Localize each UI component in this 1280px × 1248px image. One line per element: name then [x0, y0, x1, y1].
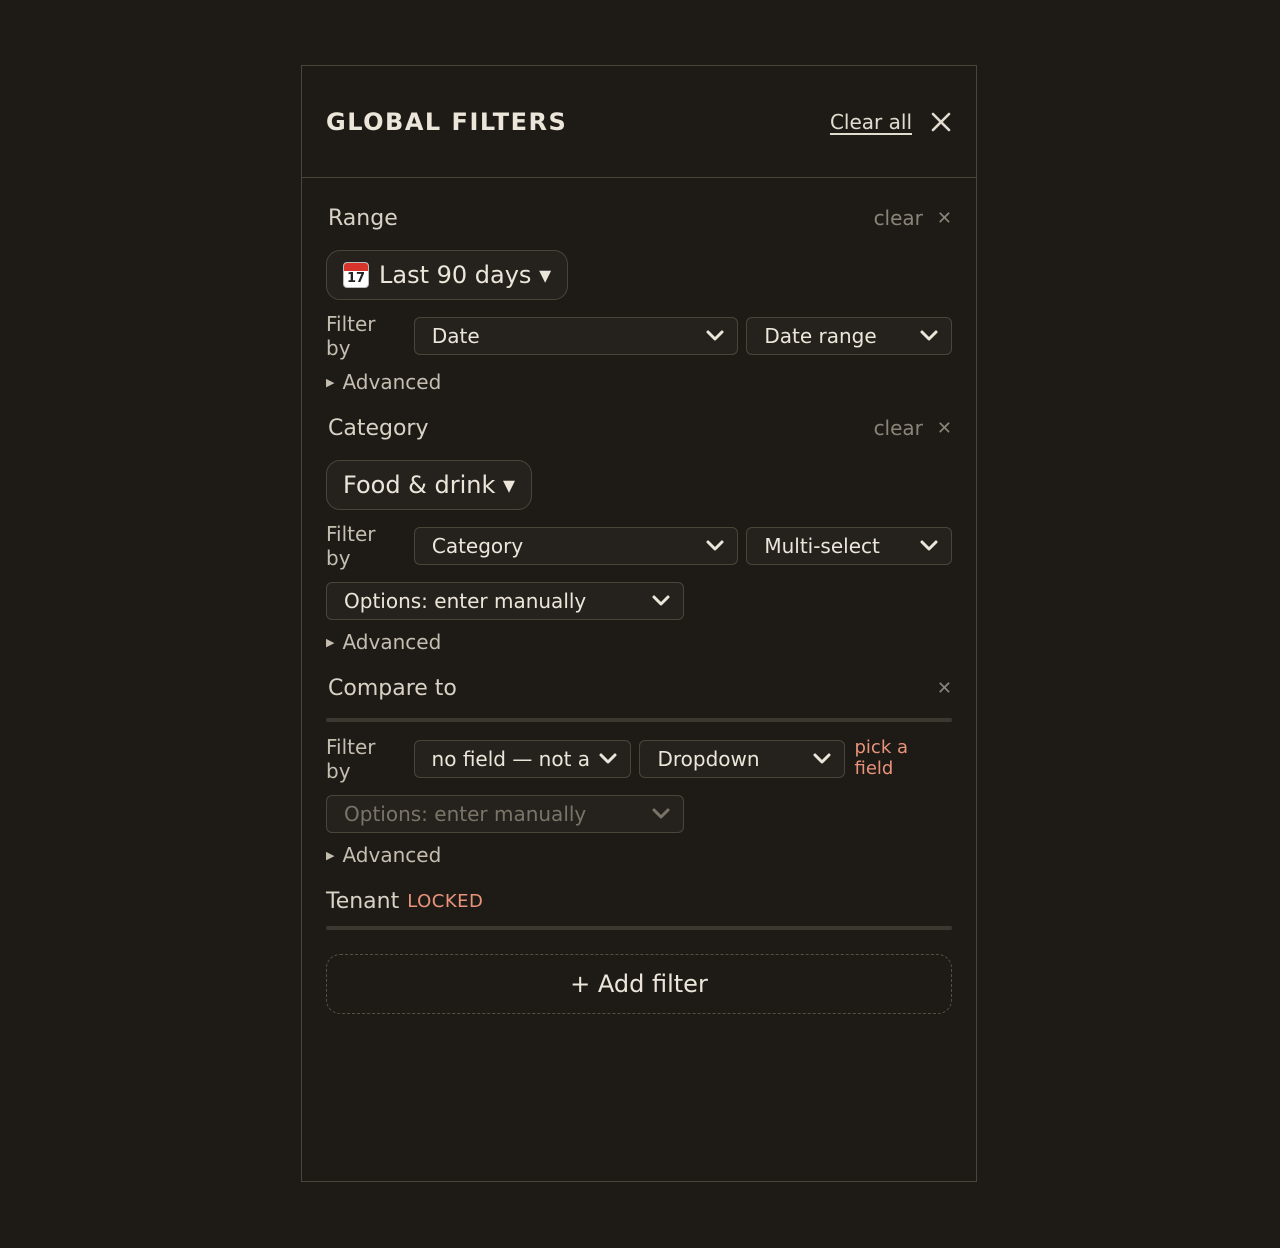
calendar-day: 17	[346, 271, 366, 286]
field-select[interactable]: no field — not a	[413, 740, 632, 778]
panel-header: GLOBAL FILTERS Clear all	[302, 66, 976, 178]
field-select-value: Category	[431, 534, 524, 558]
filter-by-label: Filter by	[326, 312, 376, 360]
add-filter-button[interactable]: + Add filter	[326, 954, 952, 1014]
divider	[326, 926, 952, 930]
filter-label: Category	[328, 415, 429, 441]
filter-group-category: Category clear ✕ Food & drink ▾ Filter b…	[326, 412, 953, 654]
filter-by-row: Filter by Category Multi-select	[326, 522, 953, 570]
clear-label: clear	[873, 206, 923, 230]
field-select-value: no field — not a	[431, 747, 591, 771]
range-value-chip[interactable]: 17 Last 90 days ▾	[326, 250, 569, 300]
filter-group-compare-to: Compare to ✕ Filter by no field — not a …	[326, 672, 952, 867]
filter-head: Compare to ✕	[326, 672, 952, 704]
chevron-down-icon	[706, 540, 724, 551]
type-select[interactable]: Multi-select	[746, 527, 953, 565]
chevron-down-icon	[706, 330, 724, 341]
field-warning: pick a field	[854, 737, 909, 779]
options-select[interactable]: Options: enter manually	[326, 582, 684, 620]
advanced-label: Advanced	[342, 630, 442, 654]
locked-badge: LOCKED	[407, 890, 484, 912]
advanced-label: Advanced	[342, 843, 442, 867]
field-select[interactable]: Date	[413, 317, 739, 355]
type-select[interactable]: Date range	[746, 317, 953, 355]
calendar-icon: 17	[343, 262, 369, 288]
filter-label: Compare to	[328, 675, 457, 701]
clear-all-link[interactable]: Clear all	[830, 110, 912, 134]
close-icon: ✕	[936, 207, 952, 229]
type-select-value: Multi-select	[764, 534, 880, 558]
chevron-down-icon	[813, 753, 830, 764]
chevron-down-icon	[920, 330, 938, 341]
filter-head: Range clear ✕	[326, 202, 952, 234]
triangle-right-icon: ▶	[326, 635, 335, 649]
filter-label: Range	[328, 205, 398, 231]
options-row: Options: enter manually	[326, 582, 952, 620]
options-select: Options: enter manually	[326, 795, 684, 833]
filter-group-tenant: Tenant LOCKED	[326, 885, 952, 930]
options-select-value: Options: enter manually	[344, 589, 587, 613]
panel-title: GLOBAL FILTERS	[326, 107, 568, 136]
chevron-down-icon	[599, 753, 617, 764]
type-select-value: Dropdown	[657, 747, 760, 771]
triangle-right-icon: ▶	[326, 848, 335, 862]
clear-label: clear	[873, 416, 923, 440]
chevron-down-icon	[652, 808, 670, 819]
options-select-value: Options: enter manually	[344, 802, 587, 826]
chevron-down-icon	[652, 595, 670, 606]
close-icon[interactable]	[930, 111, 952, 133]
chevron-down-icon	[920, 540, 938, 551]
filter-by-row: Filter by no field — not a Dropdown pick…	[326, 735, 952, 783]
advanced-toggle[interactable]: ▶ Advanced	[326, 630, 952, 654]
filter-remove-button[interactable]: ✕	[937, 678, 952, 699]
close-icon: ✕	[936, 677, 952, 699]
chip-label: Last 90 days ▾	[379, 261, 552, 289]
type-select[interactable]: Dropdown	[639, 740, 845, 778]
filter-clear-button[interactable]: clear ✕	[874, 206, 952, 230]
close-icon: ✕	[936, 417, 952, 439]
advanced-toggle[interactable]: ▶ Advanced	[326, 370, 952, 394]
advanced-label: Advanced	[342, 370, 442, 394]
filter-by-label: Filter by	[326, 522, 376, 570]
field-select[interactable]: Category	[413, 527, 739, 565]
options-row: Options: enter manually	[326, 795, 952, 833]
filter-label: Tenant	[326, 888, 400, 914]
type-select-value: Date range	[764, 324, 877, 348]
field-select-value: Date	[431, 324, 480, 348]
global-filters-panel: GLOBAL FILTERS Clear all Range clear ✕ 1…	[301, 65, 977, 1182]
filter-by-row: Filter by Date Date range	[326, 312, 953, 360]
filter-clear-button[interactable]: clear ✕	[874, 416, 952, 440]
category-value-chip[interactable]: Food & drink ▾	[326, 460, 533, 510]
filter-head: Tenant LOCKED	[326, 885, 952, 917]
panel-body: Range clear ✕ 17 Last 90 days ▾ Filter b…	[302, 178, 976, 1014]
advanced-toggle[interactable]: ▶ Advanced	[326, 843, 952, 867]
header-actions: Clear all	[830, 110, 952, 134]
divider	[326, 718, 952, 722]
triangle-right-icon: ▶	[326, 375, 335, 389]
filter-group-range: Range clear ✕ 17 Last 90 days ▾ Filter b…	[326, 202, 953, 394]
chip-label: Food & drink ▾	[343, 471, 516, 499]
filter-by-label: Filter by	[326, 735, 376, 783]
filter-head: Category clear ✕	[326, 412, 952, 444]
